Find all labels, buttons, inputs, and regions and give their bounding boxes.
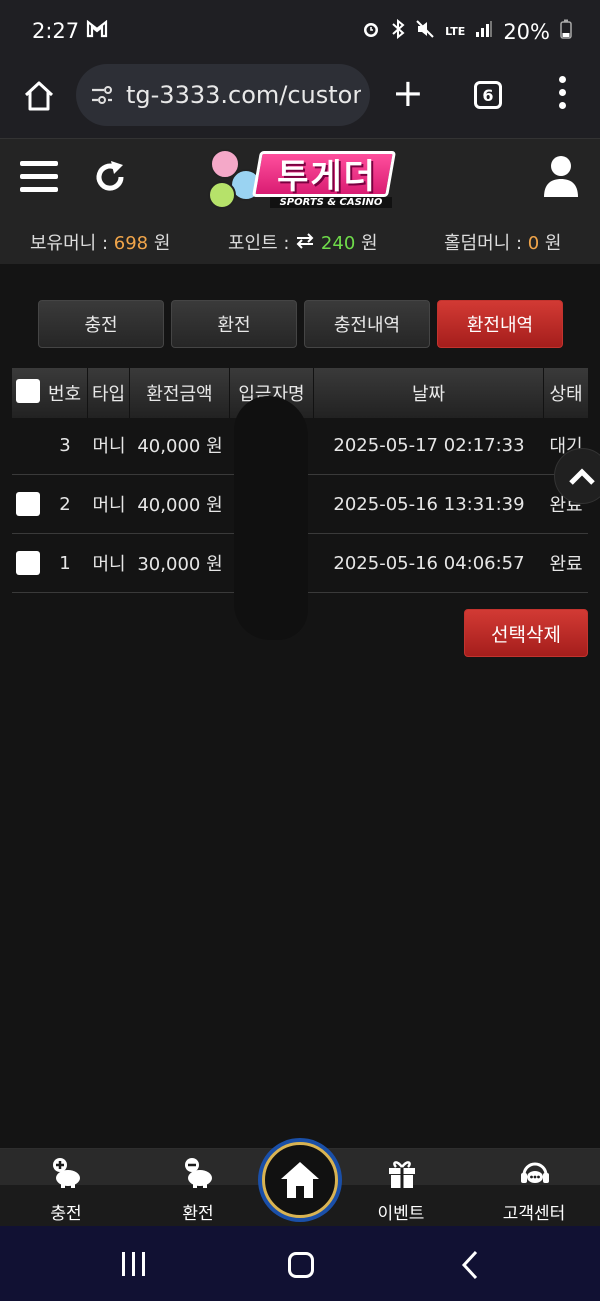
- swap-icon[interactable]: [295, 233, 315, 254]
- delete-selected-button[interactable]: 선택삭제: [464, 609, 588, 657]
- balance-bar: 보유머니 : 698 원 포인트 : 240 원 홀덤머니 : 0 원: [0, 225, 600, 255]
- bottom-nav-label: 고객센터: [502, 1204, 566, 1224]
- site-logo[interactable]: 투게더 SPORTS & CASINO: [208, 147, 397, 213]
- status-bar: 2:27 LTE 20%: [0, 0, 600, 62]
- gift-icon: [386, 1157, 418, 1189]
- tab-exchange-history[interactable]: 환전내역: [437, 300, 563, 348]
- bottom-nav-charge[interactable]: 충전: [11, 1149, 121, 1227]
- back-icon[interactable]: [460, 1250, 480, 1284]
- column-header: 번호: [42, 368, 88, 418]
- row-date: 2025-05-16 04:06:57: [333, 552, 525, 574]
- row-checkbox[interactable]: [16, 492, 40, 516]
- bottom-nav-home[interactable]: [262, 1142, 338, 1218]
- column-header: 상태: [549, 384, 583, 405]
- site-settings-icon[interactable]: [90, 83, 114, 107]
- row-type: 머니: [92, 436, 126, 457]
- row-amount: 30,000 원: [137, 554, 223, 575]
- status-icons: LTE 20%: [361, 18, 572, 44]
- mute-icon: [415, 19, 435, 44]
- url-text[interactable]: tg-3333.com/custom: [126, 81, 361, 109]
- bottom-nav-exchange[interactable]: 환전: [143, 1149, 253, 1227]
- column-header: 환전금액: [130, 368, 230, 418]
- row-amount: 40,000 원: [137, 436, 223, 457]
- row-type: 머니: [92, 554, 126, 575]
- new-tab-icon[interactable]: +: [392, 74, 424, 112]
- gmail-icon: [86, 19, 108, 43]
- menu-icon[interactable]: [20, 161, 58, 193]
- logo-brand-text: 투게더: [277, 157, 377, 197]
- row-number: 2: [59, 493, 71, 515]
- row-amount: 40,000 원: [137, 495, 223, 516]
- row-checkbox[interactable]: [16, 551, 40, 575]
- row-status: 완료: [549, 554, 583, 575]
- more-menu-icon[interactable]: [556, 76, 568, 114]
- bottom-nav-label: 환전: [182, 1204, 214, 1224]
- bottom-nav-label: 이벤트: [377, 1204, 425, 1224]
- network-type: LTE: [445, 25, 466, 38]
- signal-icon: [475, 20, 493, 43]
- row-number: 3: [59, 434, 71, 456]
- row-date: 2025-05-17 02:17:33: [333, 434, 525, 456]
- row-date: 2025-05-16 13:31:39: [333, 493, 525, 515]
- tab-switcher-button[interactable]: 6: [474, 81, 502, 109]
- logo-subtitle: SPORTS & CASINO: [270, 197, 392, 208]
- system-nav-bar: [0, 1226, 600, 1301]
- battery-icon: [560, 19, 572, 44]
- tab-charge-history[interactable]: 충전내역: [304, 300, 430, 348]
- browser-toolbar: tg-3333.com/custom + 6: [0, 62, 600, 138]
- chevron-up-icon: [569, 468, 595, 485]
- column-header: 타입: [88, 368, 130, 418]
- row-number: 1: [59, 552, 71, 574]
- user-icon[interactable]: [542, 155, 580, 197]
- bluetooth-icon: [391, 18, 405, 44]
- battery-percent: 20%: [503, 19, 550, 44]
- row-type: 머니: [92, 495, 126, 516]
- bottom-nav-event[interactable]: 이벤트: [346, 1149, 456, 1227]
- select-all-checkbox[interactable]: [16, 379, 40, 403]
- system-home-icon[interactable]: [288, 1252, 314, 1278]
- money-balance: 보유머니 : 698 원: [30, 233, 171, 254]
- bottom-nav-label: 충전: [50, 1204, 82, 1224]
- piggy-minus-icon: [183, 1157, 215, 1189]
- browser-home-icon[interactable]: [22, 79, 56, 113]
- site-header: 투게더 SPORTS & CASINO 보유머니 : 698 원 포인트 : 2…: [0, 138, 600, 264]
- home-icon: [281, 1162, 319, 1198]
- tab-charge[interactable]: 충전: [38, 300, 164, 348]
- piggy-plus-icon: [51, 1157, 83, 1189]
- status-time: 2:27: [32, 19, 80, 43]
- scroll-to-top-button[interactable]: [554, 448, 600, 504]
- address-bar[interactable]: tg-3333.com/custom: [76, 64, 370, 126]
- alarm-icon: [361, 19, 381, 44]
- tab-exchange[interactable]: 환전: [171, 300, 297, 348]
- headset-icon: [519, 1157, 551, 1189]
- bottom-nav-support[interactable]: 고객센터: [479, 1149, 589, 1227]
- recent-apps-icon[interactable]: [122, 1252, 146, 1276]
- redaction-mark: [234, 396, 308, 640]
- refresh-icon[interactable]: [92, 159, 128, 195]
- holdem-balance: 홀덤머니 : 0 원: [444, 233, 562, 254]
- point-balance: 포인트 : 240 원: [228, 233, 378, 254]
- column-header: 날짜: [314, 368, 544, 418]
- history-table-header: 번호 타입 환전금액 입금자명 날짜 상태: [12, 368, 588, 418]
